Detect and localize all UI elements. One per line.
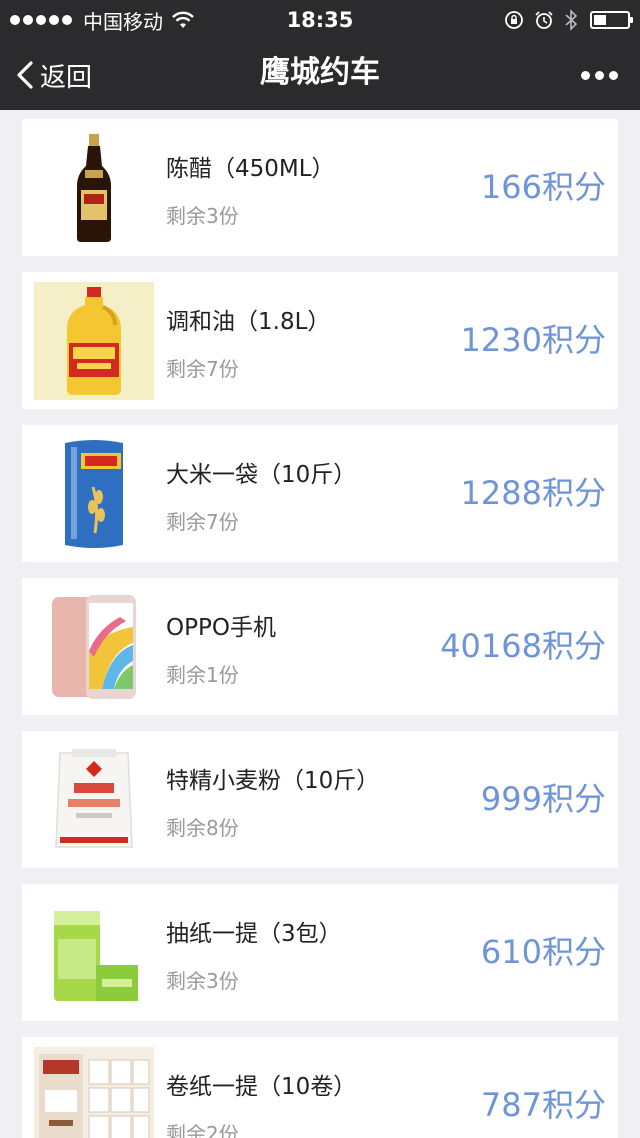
product-card[interactable]: 抽纸一提（3包） 剩余3份 610积分: [22, 884, 618, 1021]
product-points: 610积分: [480, 933, 606, 971]
product-points: 166积分: [480, 168, 606, 206]
rotation-lock-icon: [505, 11, 523, 29]
product-card[interactable]: 调和油（1.8L） 剩余7份 1230积分: [22, 272, 618, 409]
status-bar: 中国移动 18:35: [0, 0, 640, 40]
product-name: 调和油（1.8L）: [166, 309, 331, 335]
product-card[interactable]: 大米一袋（10斤） 剩余7份 1288积分: [22, 425, 618, 562]
product-stock: 剩余7份: [166, 510, 239, 534]
product-stock: 剩余2份: [166, 1122, 239, 1138]
product-stock: 剩余8份: [166, 816, 239, 840]
product-name: OPPO手机: [166, 615, 276, 641]
chevron-left-icon: [17, 61, 33, 89]
carrier-name: 中国移动: [83, 9, 163, 34]
vinegar-bottle-image: [34, 129, 154, 247]
product-stock: 剩余1份: [166, 663, 239, 687]
battery-icon: [590, 11, 633, 29]
cooking-oil-image: [34, 282, 154, 400]
product-name: 卷纸一提（10卷）: [166, 1074, 357, 1100]
more-options-button[interactable]: [576, 40, 618, 110]
back-button[interactable]: 返回: [16, 40, 92, 110]
toilet-roll-image: [34, 1047, 154, 1138]
rice-bag-image: [34, 435, 154, 553]
product-stock: 剩余3份: [166, 204, 239, 228]
alarm-icon: [535, 11, 553, 29]
product-points: 40168积分: [440, 627, 606, 665]
product-name: 抽纸一提（3包）: [166, 921, 342, 947]
page-title: 鹰城约车: [260, 55, 380, 90]
product-card[interactable]: OPPO手机 剩余1份 40168积分: [22, 578, 618, 715]
back-label: 返回: [40, 62, 93, 93]
status-left: 中国移动: [10, 0, 195, 40]
product-name: 陈醋（450ML）: [166, 156, 335, 182]
product-name: 大米一袋（10斤）: [166, 462, 357, 488]
product-card[interactable]: 特精小麦粉（10斤） 剩余8份 999积分: [22, 731, 618, 868]
product-name: 特精小麦粉（10斤）: [166, 768, 380, 794]
product-card[interactable]: 卷纸一提（10卷） 剩余2份 787积分: [22, 1037, 618, 1138]
product-points: 999积分: [480, 780, 606, 818]
flour-bag-image: [34, 741, 154, 859]
product-card[interactable]: 陈醋（450ML） 剩余3份 166积分: [22, 119, 618, 256]
product-points: 787积分: [480, 1086, 606, 1124]
product-list: 陈醋（450ML） 剩余3份 166积分 调和油（1.8L） 剩余7份 1230…: [0, 110, 640, 1138]
wifi-icon: [172, 11, 194, 28]
nav-bar: 返回 鹰城约车: [0, 40, 640, 110]
phone-image: [34, 588, 154, 706]
cellular-signal-icon: [10, 15, 75, 25]
product-points: 1230积分: [460, 321, 606, 359]
product-stock: 剩余3份: [166, 969, 239, 993]
product-points: 1288积分: [460, 474, 606, 512]
bluetooth-icon: [565, 9, 578, 31]
tissue-pack-image: [34, 894, 154, 1012]
product-stock: 剩余7份: [166, 357, 239, 381]
status-right: [494, 0, 633, 40]
